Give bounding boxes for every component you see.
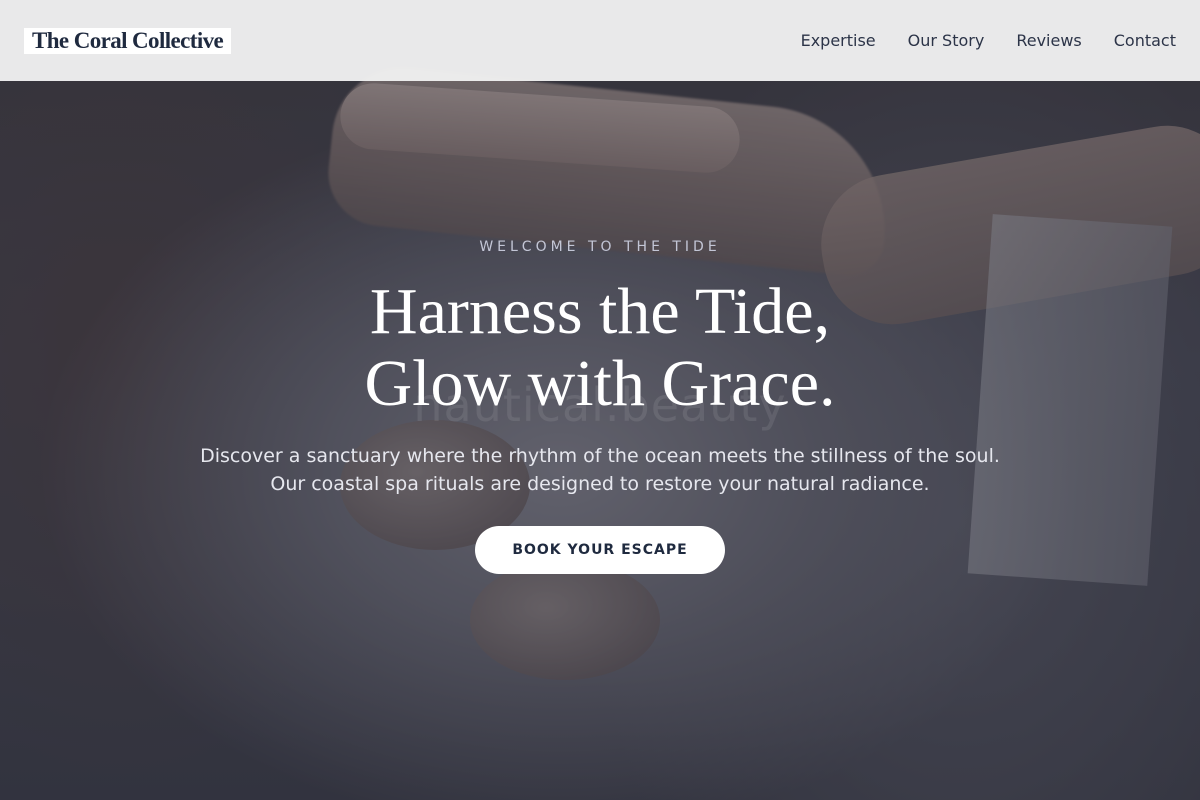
book-escape-button[interactable]: BOOK YOUR ESCAPE xyxy=(475,526,725,574)
hero-headline: Harness the Tide, Glow with Grace. xyxy=(0,276,1200,420)
hero-description-line-1: Discover a sanctuary where the rhythm of… xyxy=(200,445,1000,467)
hero-eyebrow: WELCOME TO THE TIDE xyxy=(479,239,721,255)
nav-link-reviews[interactable]: Reviews xyxy=(1016,31,1081,50)
page: The Coral Collective Expertise Our Story… xyxy=(0,0,1200,800)
hero-description-line-2: Our coastal spa rituals are designed to … xyxy=(270,473,930,495)
hero-headline-line-1: Harness the Tide, xyxy=(369,275,831,348)
nav-link-contact[interactable]: Contact xyxy=(1114,31,1176,50)
hero-headline-line-2: Glow with Grace. xyxy=(364,347,836,420)
brand-logo[interactable]: The Coral Collective xyxy=(24,27,232,54)
site-header: The Coral Collective Expertise Our Story… xyxy=(0,0,1200,81)
nav-link-our-story[interactable]: Our Story xyxy=(908,31,985,50)
main-nav: Expertise Our Story Reviews Contact xyxy=(801,31,1176,50)
hero-section: WELCOME TO THE TIDE nautical.beauty Harn… xyxy=(0,0,1200,800)
nav-link-expertise[interactable]: Expertise xyxy=(801,31,876,50)
hero-description: Discover a sanctuary where the rhythm of… xyxy=(0,442,1200,498)
